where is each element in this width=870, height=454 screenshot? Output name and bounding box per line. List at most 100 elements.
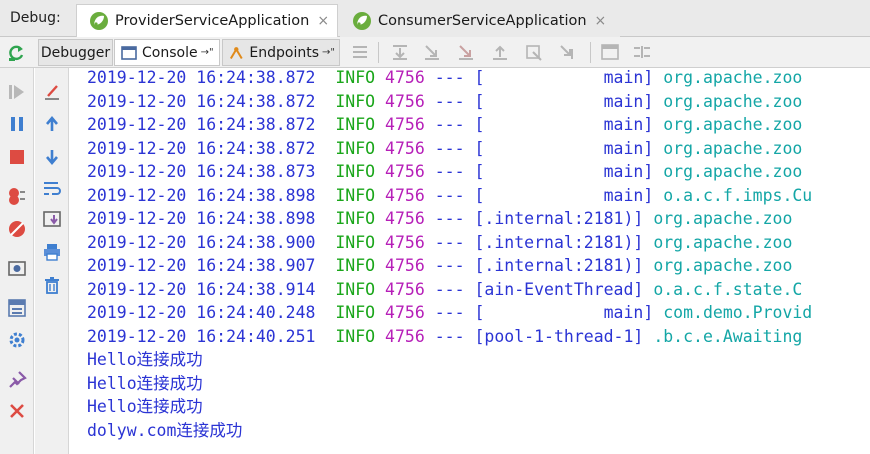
log-logger: org.apache.zoo (653, 209, 793, 228)
mute-breakpoints-icon[interactable] (7, 219, 27, 239)
console-icon (121, 45, 137, 60)
log-level: INFO (335, 256, 376, 275)
tab-console-label: Console (142, 44, 198, 61)
log-level: INFO (335, 162, 376, 181)
log-line: 2019-12-20 16:24:40.251 INFO 4756 --- [p… (87, 325, 802, 348)
pin-icon[interactable]: →" (322, 47, 335, 58)
log-timestamp: 2019-12-20 16:24:38.900 (87, 232, 316, 252)
tab-consumer-service[interactable]: ConsumerServiceApplication × (340, 4, 620, 37)
stdout-line: dolyw.com连接成功 (87, 420, 243, 440)
view-breakpoints-icon[interactable] (7, 186, 27, 206)
log-logger: org.apache.zoo (663, 68, 803, 87)
trace-current-stream-icon[interactable] (632, 43, 652, 61)
tab-debugger[interactable]: Debugger (38, 39, 113, 66)
log-timestamp: 2019-12-20 16:24:40.251 (87, 326, 316, 346)
log-thread: [pool-1-thread-1] (474, 326, 644, 346)
spring-boot-icon (90, 12, 108, 30)
log-logger: o.a.c.f.state.C (653, 279, 803, 299)
log-thread: [.internal:2181)] (474, 232, 644, 252)
debug-label: Debug: (10, 10, 61, 26)
log-separator: --- (434, 232, 465, 252)
stdout-line: Hello连接成功 (87, 373, 203, 393)
log-level: INFO (335, 303, 376, 322)
log-separator: --- (434, 115, 465, 134)
show-execution-point-icon[interactable] (350, 43, 370, 61)
log-pid: 4756 (385, 303, 425, 322)
log-pid: 4756 (385, 115, 425, 134)
log-timestamp: 2019-12-20 16:24:38.898 (87, 209, 316, 228)
log-level: INFO (335, 115, 376, 134)
close-icon[interactable] (7, 401, 27, 421)
log-separator: --- (434, 279, 465, 299)
get-thread-dump-icon[interactable] (7, 258, 27, 278)
console-output[interactable]: 2019-12-20 16:24:38.872 INFO 4756 --- [ … (70, 68, 870, 454)
log-pid: 4756 (385, 68, 425, 87)
log-timestamp: 2019-12-20 16:24:38.872 (87, 115, 316, 134)
stop-icon[interactable] (7, 147, 27, 167)
debug-toolbar: Debugger Console →" Endpoints →" (0, 37, 870, 68)
log-level: INFO (335, 68, 376, 87)
log-separator: --- (434, 91, 465, 111)
tab-endpoints[interactable]: Endpoints →" (222, 39, 340, 66)
tab-consumer-label: ConsumerServiceApplication (378, 12, 587, 29)
up-arrow-icon[interactable] (42, 114, 62, 134)
restore-layout-icon[interactable] (7, 298, 27, 318)
log-separator: --- (434, 185, 465, 205)
log-thread: [.internal:2181)] (474, 256, 644, 275)
close-icon[interactable]: × (595, 13, 607, 29)
log-level: INFO (335, 91, 376, 111)
log-timestamp: 2019-12-20 16:24:38.914 (87, 279, 316, 299)
pin-tab-icon[interactable] (7, 370, 27, 390)
console-actions-strip (35, 68, 69, 454)
log-thread: [ main] (474, 68, 654, 87)
log-logger: o.a.c.f.imps.Cu (663, 185, 813, 205)
step-out-icon[interactable] (490, 43, 510, 61)
close-icon[interactable]: × (317, 13, 329, 29)
step-into-icon[interactable] (422, 43, 442, 61)
log-level: INFO (335, 138, 376, 158)
endpoints-icon (229, 46, 243, 59)
down-arrow-icon[interactable] (42, 147, 62, 167)
log-separator: --- (434, 209, 465, 228)
log-timestamp: 2019-12-20 16:24:38.872 (87, 68, 316, 87)
scroll-to-end-icon[interactable] (42, 209, 62, 229)
log-pid: 4756 (385, 256, 425, 275)
trash-icon[interactable] (42, 275, 62, 295)
resume-program-icon[interactable] (7, 82, 27, 102)
log-thread: [ main] (474, 162, 654, 181)
log-logger: org.apache.zoo (663, 115, 803, 134)
tab-endpoints-label: Endpoints (249, 44, 320, 61)
log-line: 2019-12-20 16:24:38.872 INFO 4756 --- [ … (87, 137, 802, 160)
tab-provider-service[interactable]: ProviderServiceApplication × (76, 4, 338, 37)
tab-console[interactable]: Console →" (114, 39, 220, 66)
log-line: 2019-12-20 16:24:38.872 INFO 4756 --- [ … (87, 113, 802, 136)
log-pid: 4756 (385, 232, 425, 252)
run-to-cursor-icon[interactable] (558, 43, 578, 61)
log-logger: org.apache.zoo (653, 232, 793, 252)
rerun-icon[interactable] (6, 43, 28, 63)
stdout-line: Hello连接成功 (87, 350, 203, 369)
step-over-icon[interactable] (390, 43, 410, 61)
log-separator: --- (434, 68, 465, 87)
pin-icon[interactable]: →" (201, 47, 214, 58)
evaluate-expression-icon[interactable] (600, 43, 620, 61)
pause-program-icon[interactable] (7, 114, 27, 134)
log-line: 2019-12-20 16:24:38.872 INFO 4756 --- [ … (87, 90, 802, 113)
log-logger: org.apache.zoo (663, 138, 803, 158)
print-icon[interactable] (42, 242, 62, 262)
tab-provider-label: ProviderServiceApplication (115, 13, 310, 29)
spring-boot-icon (353, 11, 371, 30)
log-timestamp: 2019-12-20 16:24:38.873 (87, 162, 316, 181)
settings-gear-icon[interactable] (7, 330, 27, 350)
clear-console-icon[interactable] (42, 82, 62, 102)
force-step-into-icon[interactable] (456, 43, 476, 61)
log-level: INFO (335, 232, 376, 252)
log-pid: 4756 (385, 162, 425, 181)
log-thread: [ main] (474, 303, 654, 322)
log-line: 2019-12-20 16:24:38.900 INFO 4756 --- [.… (87, 231, 792, 254)
log-separator: --- (434, 256, 465, 275)
soft-wrap-icon[interactable] (42, 178, 62, 198)
log-line: 2019-12-20 16:24:38.898 INFO 4756 --- [ … (87, 184, 812, 207)
log-line: 2019-12-20 16:24:38.873 INFO 4756 --- [ … (87, 160, 802, 183)
drop-frame-icon[interactable] (524, 43, 544, 61)
